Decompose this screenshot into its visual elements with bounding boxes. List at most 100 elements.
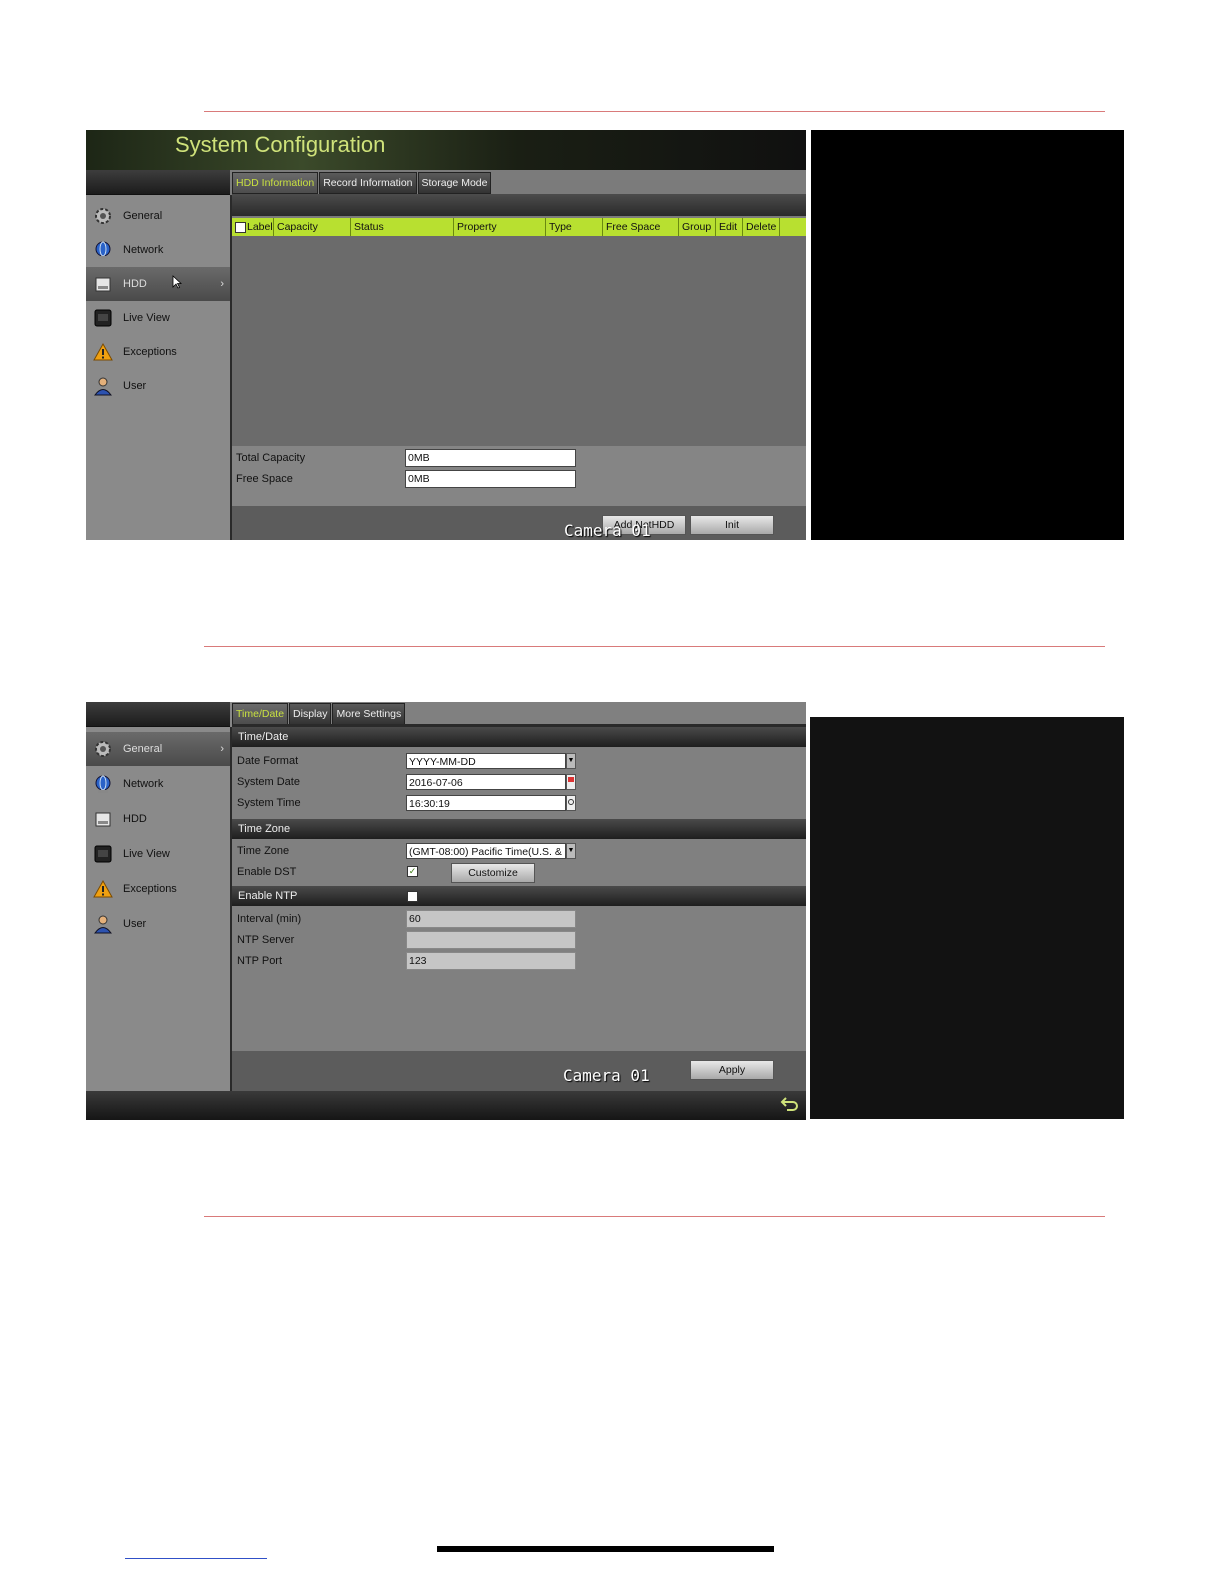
gear-icon xyxy=(92,738,114,760)
user-icon xyxy=(92,375,114,397)
column-header-group: Group xyxy=(679,218,716,236)
camera-osd-label: Camera 01 xyxy=(564,521,651,540)
chevron-down-icon[interactable]: ▼ xyxy=(566,843,576,859)
apply-button[interactable]: Apply xyxy=(690,1060,774,1080)
hdd-table-body xyxy=(232,236,806,447)
calendar-icon[interactable] xyxy=(566,774,576,790)
sidebar-item-label: Exceptions xyxy=(123,883,177,895)
tab-record-information[interactable]: Record Information xyxy=(319,172,417,194)
sidebar-item-label: HDD xyxy=(123,278,147,290)
column-header-edit: Edit xyxy=(716,218,743,236)
sidebar-item-exceptions[interactable]: Exceptions xyxy=(86,335,230,369)
sidebar-item-exceptions[interactable]: Exceptions xyxy=(86,872,230,906)
interval-label: Interval (min) xyxy=(237,913,302,925)
hdd-icon xyxy=(92,273,114,295)
column-header-label[interactable]: Label xyxy=(232,218,274,236)
date-format-label: Date Format xyxy=(237,755,299,767)
sidebar-item-label: Network xyxy=(123,778,164,790)
screenshot-hdd-information: System Configuration General Network HDD… xyxy=(86,130,806,540)
user-icon xyxy=(92,913,114,935)
main-panel: HDD Information Record Information Stora… xyxy=(232,170,806,540)
video-preview-panel xyxy=(810,717,1124,1119)
section-header-time-date: Time/Date xyxy=(232,727,806,747)
sidebar-item-live-view[interactable]: Live View xyxy=(86,301,230,335)
sidebar-item-general[interactable]: General › xyxy=(86,732,230,766)
system-time-field[interactable]: 16:30:19 xyxy=(406,795,566,811)
ntp-port-field[interactable]: 123 xyxy=(406,952,576,970)
camera-osd-label: Camera 01 xyxy=(563,1066,650,1085)
sidebar-item-hdd[interactable]: HDD xyxy=(86,802,230,836)
chevron-right-icon: › xyxy=(220,743,224,755)
sidebar-item-label: General xyxy=(123,210,163,222)
system-date-label: System Date xyxy=(237,776,300,788)
bottom-status-bar xyxy=(86,1091,806,1120)
column-header-property: Property xyxy=(454,218,546,236)
total-capacity-label: Total Capacity xyxy=(236,452,306,464)
tab-time-date[interactable]: Time/Date xyxy=(232,703,289,725)
customize-button[interactable]: Customize xyxy=(451,863,535,883)
select-all-checkbox[interactable] xyxy=(235,221,246,233)
sidebar-item-label: User xyxy=(123,918,147,930)
enable-dst-label: Enable DST xyxy=(237,866,297,878)
monitor-icon xyxy=(92,843,114,865)
tab-bar: Time/Date Display More Settings xyxy=(232,703,406,725)
tab-storage-mode[interactable]: Storage Mode xyxy=(417,172,492,194)
sidebar-item-label: Network xyxy=(123,244,164,256)
sidebar-item-label: HDD xyxy=(123,813,147,825)
page-title: System Configuration xyxy=(175,132,386,157)
toolbar-strip xyxy=(232,194,806,216)
ntp-port-label: NTP Port xyxy=(237,955,283,967)
sidebar: General Network HDD › Live View Exceptio… xyxy=(86,195,232,540)
system-date-field[interactable]: 2016-07-06 xyxy=(406,774,566,790)
globe-icon xyxy=(92,239,114,261)
sidebar-item-live-view[interactable]: Live View xyxy=(86,837,230,871)
warning-icon xyxy=(92,341,114,363)
enable-dst-checkbox[interactable]: ✓ xyxy=(407,866,418,877)
date-format-select[interactable]: YYYY-MM-DD xyxy=(406,753,566,769)
clock-icon[interactable] xyxy=(566,795,576,811)
sidebar-header xyxy=(86,702,230,727)
video-preview-panel xyxy=(811,130,1124,540)
enable-ntp-label: Enable NTP xyxy=(238,890,298,902)
column-header-free-space: Free Space xyxy=(603,218,679,236)
warning-icon xyxy=(92,878,114,900)
free-space-field: 0MB xyxy=(405,470,576,488)
tab-bar: HDD Information Record Information Stora… xyxy=(232,172,492,194)
enable-ntp-checkbox[interactable] xyxy=(407,891,418,902)
page-footer-bar xyxy=(437,1546,774,1552)
sidebar-item-label: Live View xyxy=(123,848,170,860)
tab-display[interactable]: Display xyxy=(289,703,332,725)
divider-line xyxy=(204,646,1105,647)
hdd-table-header: Label Capacity Status Property Type Free… xyxy=(232,218,806,236)
screenshot-time-date: General › Network HDD Live View Exceptio… xyxy=(86,702,806,1120)
sidebar: General › Network HDD Live View Exceptio… xyxy=(86,727,232,1091)
ntp-server-field[interactable] xyxy=(406,931,576,949)
tab-hdd-information[interactable]: HDD Information xyxy=(232,172,319,194)
sidebar-item-label: Exceptions xyxy=(123,346,177,358)
divider-line xyxy=(204,1216,1105,1217)
ntp-server-label: NTP Server xyxy=(237,934,295,946)
sidebar-item-label: General xyxy=(123,743,163,755)
column-header-delete: Delete xyxy=(743,218,780,236)
interval-field[interactable]: 60 xyxy=(406,910,576,928)
chevron-right-icon: › xyxy=(220,278,224,290)
time-zone-label: Time Zone xyxy=(237,845,290,857)
hdd-icon xyxy=(92,808,114,830)
sidebar-item-network[interactable]: Network xyxy=(86,767,230,801)
back-arrow-icon[interactable] xyxy=(780,1094,800,1119)
sidebar-item-hdd[interactable]: HDD › xyxy=(86,267,230,301)
footer-link-underline xyxy=(125,1558,267,1559)
sidebar-item-user[interactable]: User xyxy=(86,369,230,403)
chevron-down-icon[interactable]: ▼ xyxy=(566,753,576,769)
column-header-status: Status xyxy=(351,218,454,236)
time-zone-select[interactable]: (GMT-08:00) Pacific Time(U.S. & C xyxy=(406,843,566,859)
sidebar-item-label: User xyxy=(123,380,147,392)
init-button[interactable]: Init xyxy=(690,515,774,535)
sidebar-item-user[interactable]: User xyxy=(86,907,230,941)
tab-more-settings[interactable]: More Settings xyxy=(332,703,406,725)
main-panel: Time/Date Display More Settings Time/Dat… xyxy=(232,702,806,1091)
sidebar-item-network[interactable]: Network xyxy=(86,233,230,267)
globe-icon xyxy=(92,773,114,795)
sidebar-item-general[interactable]: General xyxy=(86,199,230,233)
free-space-label: Free Space xyxy=(236,473,293,485)
